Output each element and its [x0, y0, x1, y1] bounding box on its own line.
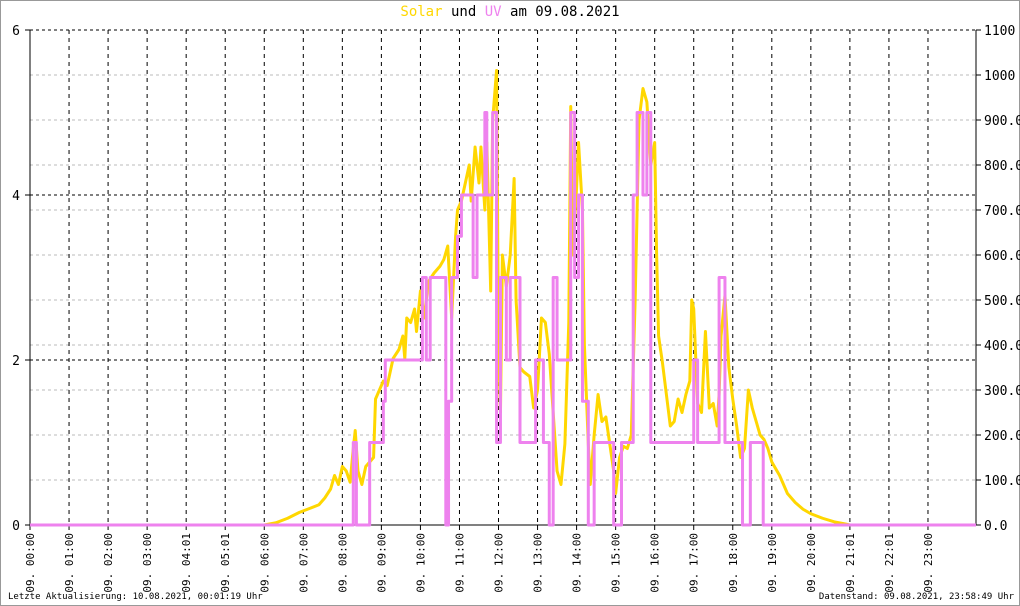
x-tick-label: 09. 21:01	[844, 533, 857, 593]
right-tick-label: 0.0	[984, 519, 1007, 534]
x-tick-label: 09. 03:00	[141, 533, 154, 593]
x-tick-label: 09. 06:00	[258, 533, 271, 593]
right-tick-label: 700.0	[984, 204, 1020, 219]
right-tick-label: 300.0	[984, 384, 1020, 399]
x-tick-label: 09. 19:00	[766, 533, 779, 593]
x-tick-label: 09. 23:00	[922, 533, 935, 593]
x-tick-label: 09. 01:00	[63, 533, 76, 593]
x-tick-label: 09. 22:01	[883, 533, 896, 593]
left-tick-label: 2	[12, 354, 20, 369]
right-tick-label: 600.0	[984, 249, 1020, 264]
last-update-text: Letzte Aktualisierung: 10.08.2021, 00:01…	[8, 592, 263, 602]
series-solar-line	[30, 69, 976, 527]
x-tick-label: 09. 02:00	[102, 533, 115, 593]
x-tick-label: 09. 00:00	[24, 533, 37, 593]
right-tick-label: 800.0	[984, 159, 1020, 174]
x-tick-label: 09. 17:00	[688, 533, 701, 593]
data-state-text: Datenstand: 09.08.2021, 23:58:49 Uhr	[818, 592, 1014, 602]
right-tick-label: 500.0	[984, 294, 1020, 309]
left-tick-label: 0	[12, 519, 20, 534]
left-tick-label: 6	[12, 24, 20, 39]
right-tick-label: 900.0	[984, 114, 1020, 129]
x-tick-label: 09. 11:00	[453, 533, 466, 593]
right-tick-label: 1000	[984, 69, 1015, 84]
left-tick-label: 4	[12, 189, 20, 204]
x-tick-label: 09. 20:00	[805, 533, 818, 593]
right-tick-label: 200.0	[984, 429, 1020, 444]
chart-svg: 0.0 100.0 200.0 300.0 400.0 500.0 600.0 700.0 80…	[12, 24, 1020, 593]
x-tick-label: 09. 08:00	[336, 533, 349, 593]
right-tick-label: 400.0	[984, 339, 1020, 354]
right-tick-label: 1100	[984, 24, 1015, 39]
x-tick-label: 09. 16:00	[649, 533, 662, 593]
x-tick-label: 09. 04:01	[180, 533, 193, 593]
x-tick-label: 09. 05:01	[219, 533, 232, 593]
x-tick-label: 09. 10:00	[414, 533, 427, 593]
right-tick-label: 100.0	[984, 474, 1020, 489]
x-tick-label: 09. 13:00	[532, 533, 545, 593]
x-tick-label: 09. 15:00	[610, 533, 623, 593]
x-tick-label: 09. 18:00	[727, 533, 740, 593]
x-tick-label: 09. 07:00	[297, 533, 310, 593]
x-tick-label: 09. 09:00	[375, 533, 388, 593]
x-tick-label: 09. 12:00	[493, 533, 506, 593]
x-tick-label: 09. 14:00	[571, 533, 584, 593]
